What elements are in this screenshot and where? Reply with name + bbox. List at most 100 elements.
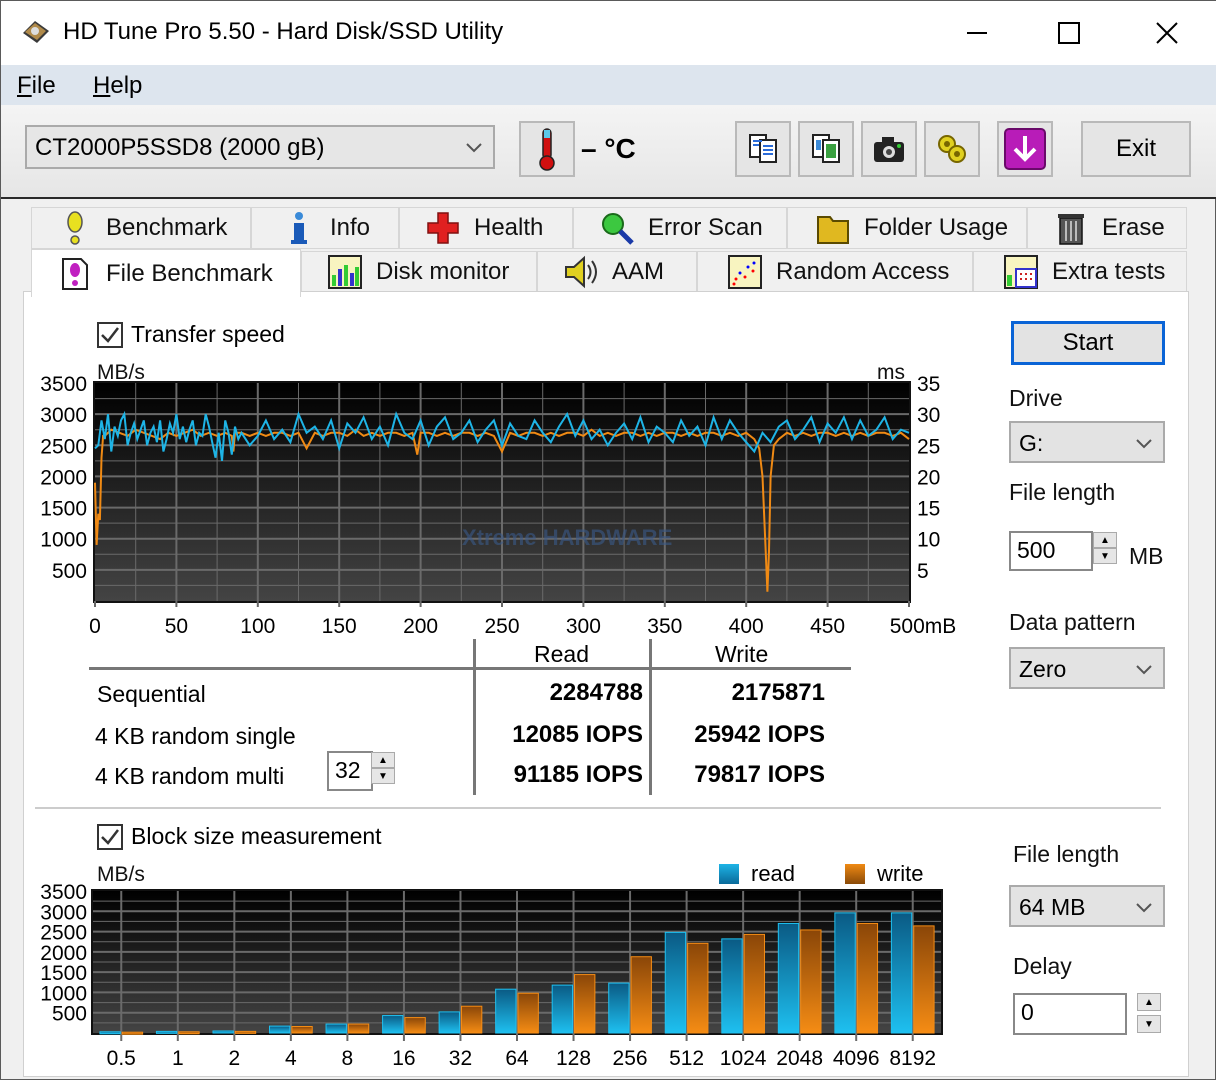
copy-text-icon (749, 134, 777, 163)
exit-button[interactable]: Exit (1081, 121, 1191, 177)
close-button[interactable] (1121, 1, 1213, 65)
y-tick-label: 1000 (40, 529, 87, 552)
tab-extra-tests[interactable]: Extra tests (973, 251, 1187, 293)
y-right-tick-label: 5 (917, 560, 929, 583)
x-tick-label: 8 (342, 1047, 354, 1070)
stepper-up-icon[interactable]: ▲ (1093, 532, 1117, 548)
app-window: HD Tune Pro 5.50 - Hard Disk/SSD Utility… (0, 0, 1216, 1080)
row-4kb-multi-label: 4 KB random multi (95, 763, 285, 789)
bar-read (99, 1031, 121, 1035)
block-file-length-select[interactable]: 64 MB (1009, 885, 1165, 927)
y-tick-label: 1500 (40, 962, 87, 985)
maximize-button[interactable] (1023, 1, 1115, 65)
tab-health[interactable]: Health (399, 207, 573, 249)
x-tick-label: 32 (449, 1047, 472, 1070)
tab-disk-monitor[interactable]: Disk monitor (301, 251, 537, 293)
results-divider-read (473, 639, 476, 795)
bar-read (495, 988, 517, 1034)
chevron-down-icon (1135, 657, 1153, 684)
file-length-stepper[interactable]: ▲ ▼ (1093, 532, 1117, 564)
minimize-button[interactable] (931, 1, 1023, 65)
tab-aam[interactable]: AAM (537, 251, 697, 293)
transfer-speed-checkbox-row[interactable]: Transfer speed (97, 321, 285, 348)
screenshot-button[interactable] (861, 121, 917, 177)
tab-error-scan[interactable]: Error Scan (573, 207, 787, 249)
maximize-icon (1058, 22, 1080, 44)
file-length-input[interactable]: 500 (1009, 531, 1093, 571)
x-tick-label: 500mB (890, 615, 957, 633)
x-tick-label: 200 (403, 615, 438, 633)
stepper-up-icon[interactable]: ▲ (371, 752, 395, 768)
y-tick-label: 1500 (40, 498, 87, 521)
x-tick-label: 4096 (833, 1047, 880, 1070)
tab-benchmark[interactable]: Benchmark (31, 207, 251, 249)
bar-read (212, 1030, 234, 1034)
delay-stepper[interactable]: ▲ ▼ (1137, 993, 1161, 1033)
y-right-tick-label: 25 (917, 435, 940, 458)
tab-disk-monitor-label: Disk monitor (376, 258, 510, 285)
thermometer-icon (539, 128, 555, 171)
bar-write (404, 1017, 426, 1034)
bar-write (178, 1031, 200, 1035)
copy-screenshot-button[interactable] (798, 121, 854, 177)
temperature-button[interactable] (519, 121, 575, 177)
4kb-single-read-value: 12085 IOPS (512, 721, 643, 748)
tab-erase[interactable]: Erase (1027, 207, 1187, 249)
x-tick-label: 4 (285, 1047, 297, 1070)
bar-write (630, 956, 652, 1034)
delay-input[interactable]: 0 (1013, 993, 1127, 1035)
start-button[interactable]: Start (1011, 321, 1165, 365)
block-size-chart: 500100015002000250030003500 0.5 1 2 4 8 16 32 64… (40, 881, 943, 1070)
stepper-down-icon[interactable]: ▼ (371, 768, 395, 784)
transfer-speed-label: Transfer speed (131, 321, 285, 347)
tab-info[interactable]: Info (251, 207, 399, 249)
copy-text-button[interactable] (735, 121, 791, 177)
bar-read (834, 912, 856, 1034)
data-pattern-select[interactable]: Zero (1009, 647, 1165, 689)
tab-file-benchmark[interactable]: File Benchmark (31, 249, 301, 297)
transfer-speed-checkbox[interactable] (97, 321, 123, 348)
tab-random-access[interactable]: Random Access (697, 251, 973, 293)
block-size-checkbox-row[interactable]: Block size measurement (97, 823, 382, 850)
4kb-multi-read-value: 91185 IOPS (513, 761, 643, 788)
temperature-readout: – °C (581, 133, 636, 164)
sequential-write-value: 2175871 (731, 679, 825, 706)
x-tick-label: 2 (228, 1047, 240, 1070)
checkmark-icon (101, 828, 119, 845)
data-pattern-label: Data pattern (1009, 609, 1136, 635)
y-right-tick-label: 20 (917, 466, 940, 489)
options-button[interactable] (924, 121, 980, 177)
bar-write (574, 974, 596, 1034)
stepper-down-icon[interactable]: ▼ (1093, 548, 1117, 564)
menu-file[interactable]: File (17, 72, 56, 100)
title-bar: HD Tune Pro 5.50 - Hard Disk/SSD Utility (1, 1, 1216, 65)
block-file-length-label: File length (1013, 841, 1120, 867)
tab-folder-usage[interactable]: Folder Usage (787, 207, 1027, 249)
options-gears-icon (938, 135, 966, 163)
tab-aam-label: AAM (612, 258, 665, 285)
x-tick-label: 150 (322, 615, 357, 633)
stepper-down-icon[interactable]: ▼ (1137, 1015, 1161, 1033)
y-tick-label: 2500 (40, 922, 87, 945)
drive-select[interactable]: CT2000P5SSD8 (2000 gB) (25, 125, 495, 169)
file-length-value: 500 (1017, 537, 1056, 563)
results-divider-write (649, 639, 652, 795)
x-tick-label: 1024 (720, 1047, 767, 1070)
drive-letter-select[interactable]: G: (1009, 421, 1165, 463)
bar-write (460, 1005, 483, 1034)
queue-depth-stepper[interactable]: ▲ ▼ (371, 752, 395, 784)
y-tick-label: 3000 (40, 404, 87, 427)
bar-write (347, 1023, 370, 1034)
bar-write (291, 1026, 313, 1034)
trash-icon (1054, 211, 1088, 245)
block-size-checkbox[interactable] (97, 823, 123, 850)
tab-health-label: Health (474, 214, 544, 241)
menu-help[interactable]: Help (93, 72, 142, 100)
queue-depth-input[interactable]: 32 (327, 751, 373, 791)
save-button[interactable] (997, 121, 1053, 177)
tab-info-label: Info (330, 214, 371, 241)
block-file-length-value: 64 MB (1019, 894, 1086, 920)
y-tick-label: 2000 (40, 942, 87, 965)
disk-monitor-icon (328, 255, 362, 289)
stepper-up-icon[interactable]: ▲ (1137, 993, 1161, 1011)
